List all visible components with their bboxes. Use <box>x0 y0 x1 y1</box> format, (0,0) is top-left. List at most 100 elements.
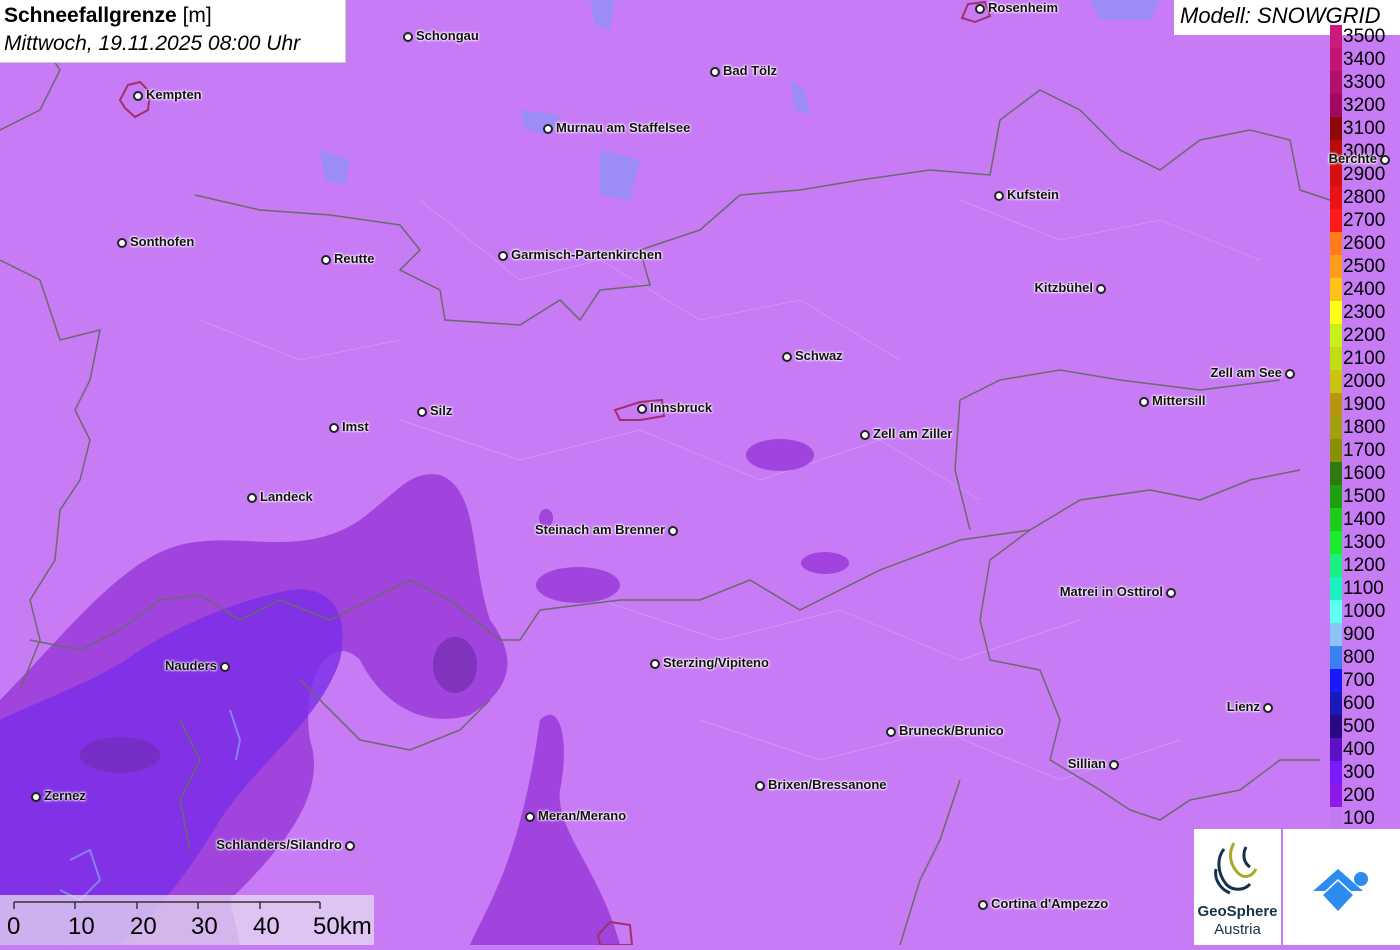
legend-swatch <box>1330 623 1342 646</box>
legend-item: 1100 <box>1330 577 1400 600</box>
city-marker[interactable] <box>417 407 427 417</box>
city-marker[interactable] <box>782 352 792 362</box>
legend-swatch <box>1330 554 1342 577</box>
city-marker[interactable] <box>886 727 896 737</box>
city-marker[interactable] <box>1285 369 1295 379</box>
city-marker[interactable] <box>498 251 508 261</box>
city-marker[interactable] <box>860 430 870 440</box>
legend-item: 2800 <box>1330 186 1400 209</box>
city-marker[interactable] <box>133 91 143 101</box>
city-marker[interactable] <box>668 526 678 536</box>
legend-swatch <box>1330 163 1342 186</box>
city-marker[interactable] <box>710 67 720 77</box>
legend-label: 2800 <box>1343 187 1386 208</box>
city-label: Silz <box>430 403 453 418</box>
legend-swatch <box>1330 738 1342 761</box>
city-label: Zell am Ziller <box>873 426 953 441</box>
legend-swatch <box>1330 324 1342 347</box>
legend-label: 1000 <box>1343 601 1386 622</box>
legend-label: 2100 <box>1343 348 1386 369</box>
city-marker[interactable] <box>543 124 553 134</box>
legend-label: 1400 <box>1343 509 1386 530</box>
city-label: Landeck <box>260 489 313 504</box>
city-marker[interactable] <box>329 423 339 433</box>
legend-swatch <box>1330 393 1342 416</box>
legend-item: 2200 <box>1330 324 1400 347</box>
legend-label: 2600 <box>1343 233 1386 254</box>
city-marker[interactable] <box>403 32 413 42</box>
city-label: Imst <box>342 419 369 434</box>
city-marker[interactable] <box>755 781 765 791</box>
city-marker[interactable] <box>1109 760 1119 770</box>
city-marker[interactable] <box>31 792 41 802</box>
city-marker[interactable] <box>321 255 331 265</box>
legend-swatch <box>1330 807 1342 830</box>
legend-swatch <box>1330 485 1342 508</box>
legend-item: 2300 <box>1330 301 1400 324</box>
city-marker[interactable] <box>345 841 355 851</box>
legend-label: 900 <box>1343 624 1375 645</box>
city-label: Lienz <box>1226 699 1260 714</box>
legend-item: 1400 <box>1330 508 1400 531</box>
legend-label: 400 <box>1343 739 1375 760</box>
city-marker[interactable] <box>1096 284 1106 294</box>
city-label: Brixen/Bressanone <box>768 777 887 792</box>
legend-label: 300 <box>1343 762 1375 783</box>
legend-item: 1700 <box>1330 439 1400 462</box>
legend-swatch <box>1330 48 1342 71</box>
city-label: Murnau am Staffelsee <box>556 120 691 135</box>
geosphere-logo[interactable]: GeoSphere Austria <box>1194 829 1281 945</box>
legend-item: 1000 <box>1330 600 1400 623</box>
legend-label: 2300 <box>1343 302 1386 323</box>
legend-swatch <box>1330 416 1342 439</box>
legend-swatch <box>1330 646 1342 669</box>
legend-item: 1200 <box>1330 554 1400 577</box>
legend-swatch <box>1330 439 1342 462</box>
legend-swatch <box>1330 278 1342 301</box>
city-marker[interactable] <box>220 662 230 672</box>
city-marker[interactable] <box>637 404 647 414</box>
legend-label: 1500 <box>1343 486 1386 507</box>
city-label: Matrei in Osttirol <box>1059 584 1163 599</box>
city-marker[interactable] <box>117 238 127 248</box>
map-title: Schneefallgrenze [m] <box>4 4 212 27</box>
city-marker[interactable] <box>247 493 257 503</box>
city-marker[interactable] <box>994 191 1004 201</box>
legend-label: 1800 <box>1343 417 1386 438</box>
city-label: Bruneck/Brunico <box>899 723 1004 738</box>
city-marker[interactable] <box>1380 155 1390 165</box>
city-label: Steinach am Brenner <box>534 522 665 537</box>
legend-swatch <box>1330 301 1342 324</box>
city-marker[interactable] <box>650 659 660 669</box>
city-marker[interactable] <box>975 4 985 14</box>
legend-item: 2700 <box>1330 209 1400 232</box>
city-marker[interactable] <box>525 812 535 822</box>
scale-label: 10 <box>68 913 95 940</box>
legend-item: 1900 <box>1330 393 1400 416</box>
legend-item: 300 <box>1330 761 1400 784</box>
legend-item: 2400 <box>1330 278 1400 301</box>
legend-item: 1600 <box>1330 462 1400 485</box>
legend-item: 3300 <box>1330 71 1400 94</box>
legend-item: 2900 <box>1330 163 1400 186</box>
city-label: Kufstein <box>1007 187 1059 202</box>
legend-item: 3500 <box>1330 25 1400 48</box>
snowline-map[interactable] <box>0 0 1400 945</box>
legend-item: 800 <box>1330 646 1400 669</box>
city-label: Schongau <box>416 28 479 43</box>
city-marker[interactable] <box>1166 588 1176 598</box>
city-label: Kitzbühel <box>1034 280 1094 295</box>
city-marker[interactable] <box>1139 397 1149 407</box>
city-marker[interactable] <box>1263 703 1273 713</box>
city-label: Zernez <box>44 788 86 803</box>
legend-label: 3400 <box>1343 49 1386 70</box>
app-logo[interactable] <box>1283 829 1400 945</box>
legend-swatch <box>1330 94 1342 117</box>
legend-item: 3200 <box>1330 94 1400 117</box>
legend-label: 2000 <box>1343 371 1386 392</box>
legend-item: 400 <box>1330 738 1400 761</box>
legend-swatch <box>1330 255 1342 278</box>
city-marker[interactable] <box>978 900 988 910</box>
legend-label: 1100 <box>1343 578 1384 599</box>
legend-item: 3400 <box>1330 48 1400 71</box>
